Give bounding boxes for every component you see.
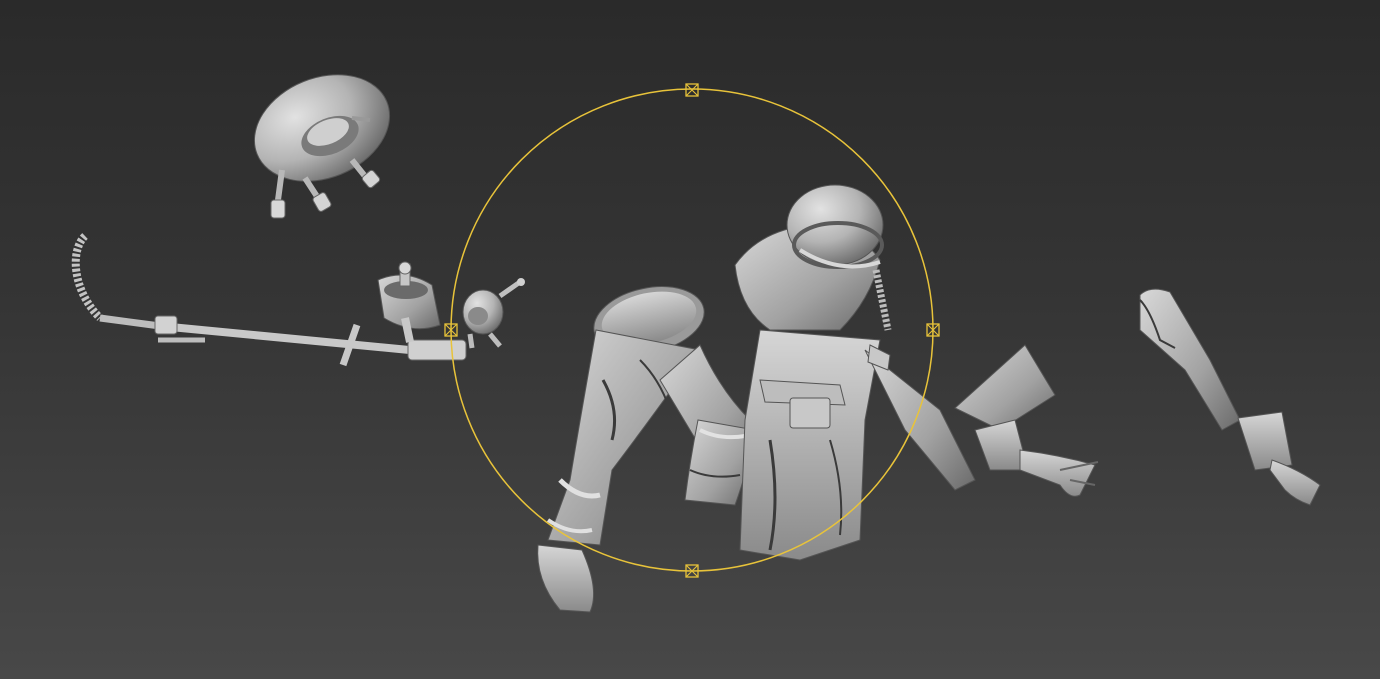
character-body-object[interactable] bbox=[734, 184, 976, 561]
backpack-seat-object[interactable] bbox=[377, 261, 441, 343]
3d-viewport[interactable] bbox=[0, 0, 1380, 679]
right-arm-object[interactable] bbox=[954, 344, 1099, 497]
small-helmet-object[interactable] bbox=[462, 278, 525, 349]
inner-tube-object[interactable] bbox=[238, 55, 405, 219]
detached-arm-object[interactable] bbox=[1139, 288, 1321, 506]
scene-canvas[interactable] bbox=[0, 0, 1380, 679]
x-box-handle-icon[interactable] bbox=[685, 83, 699, 97]
